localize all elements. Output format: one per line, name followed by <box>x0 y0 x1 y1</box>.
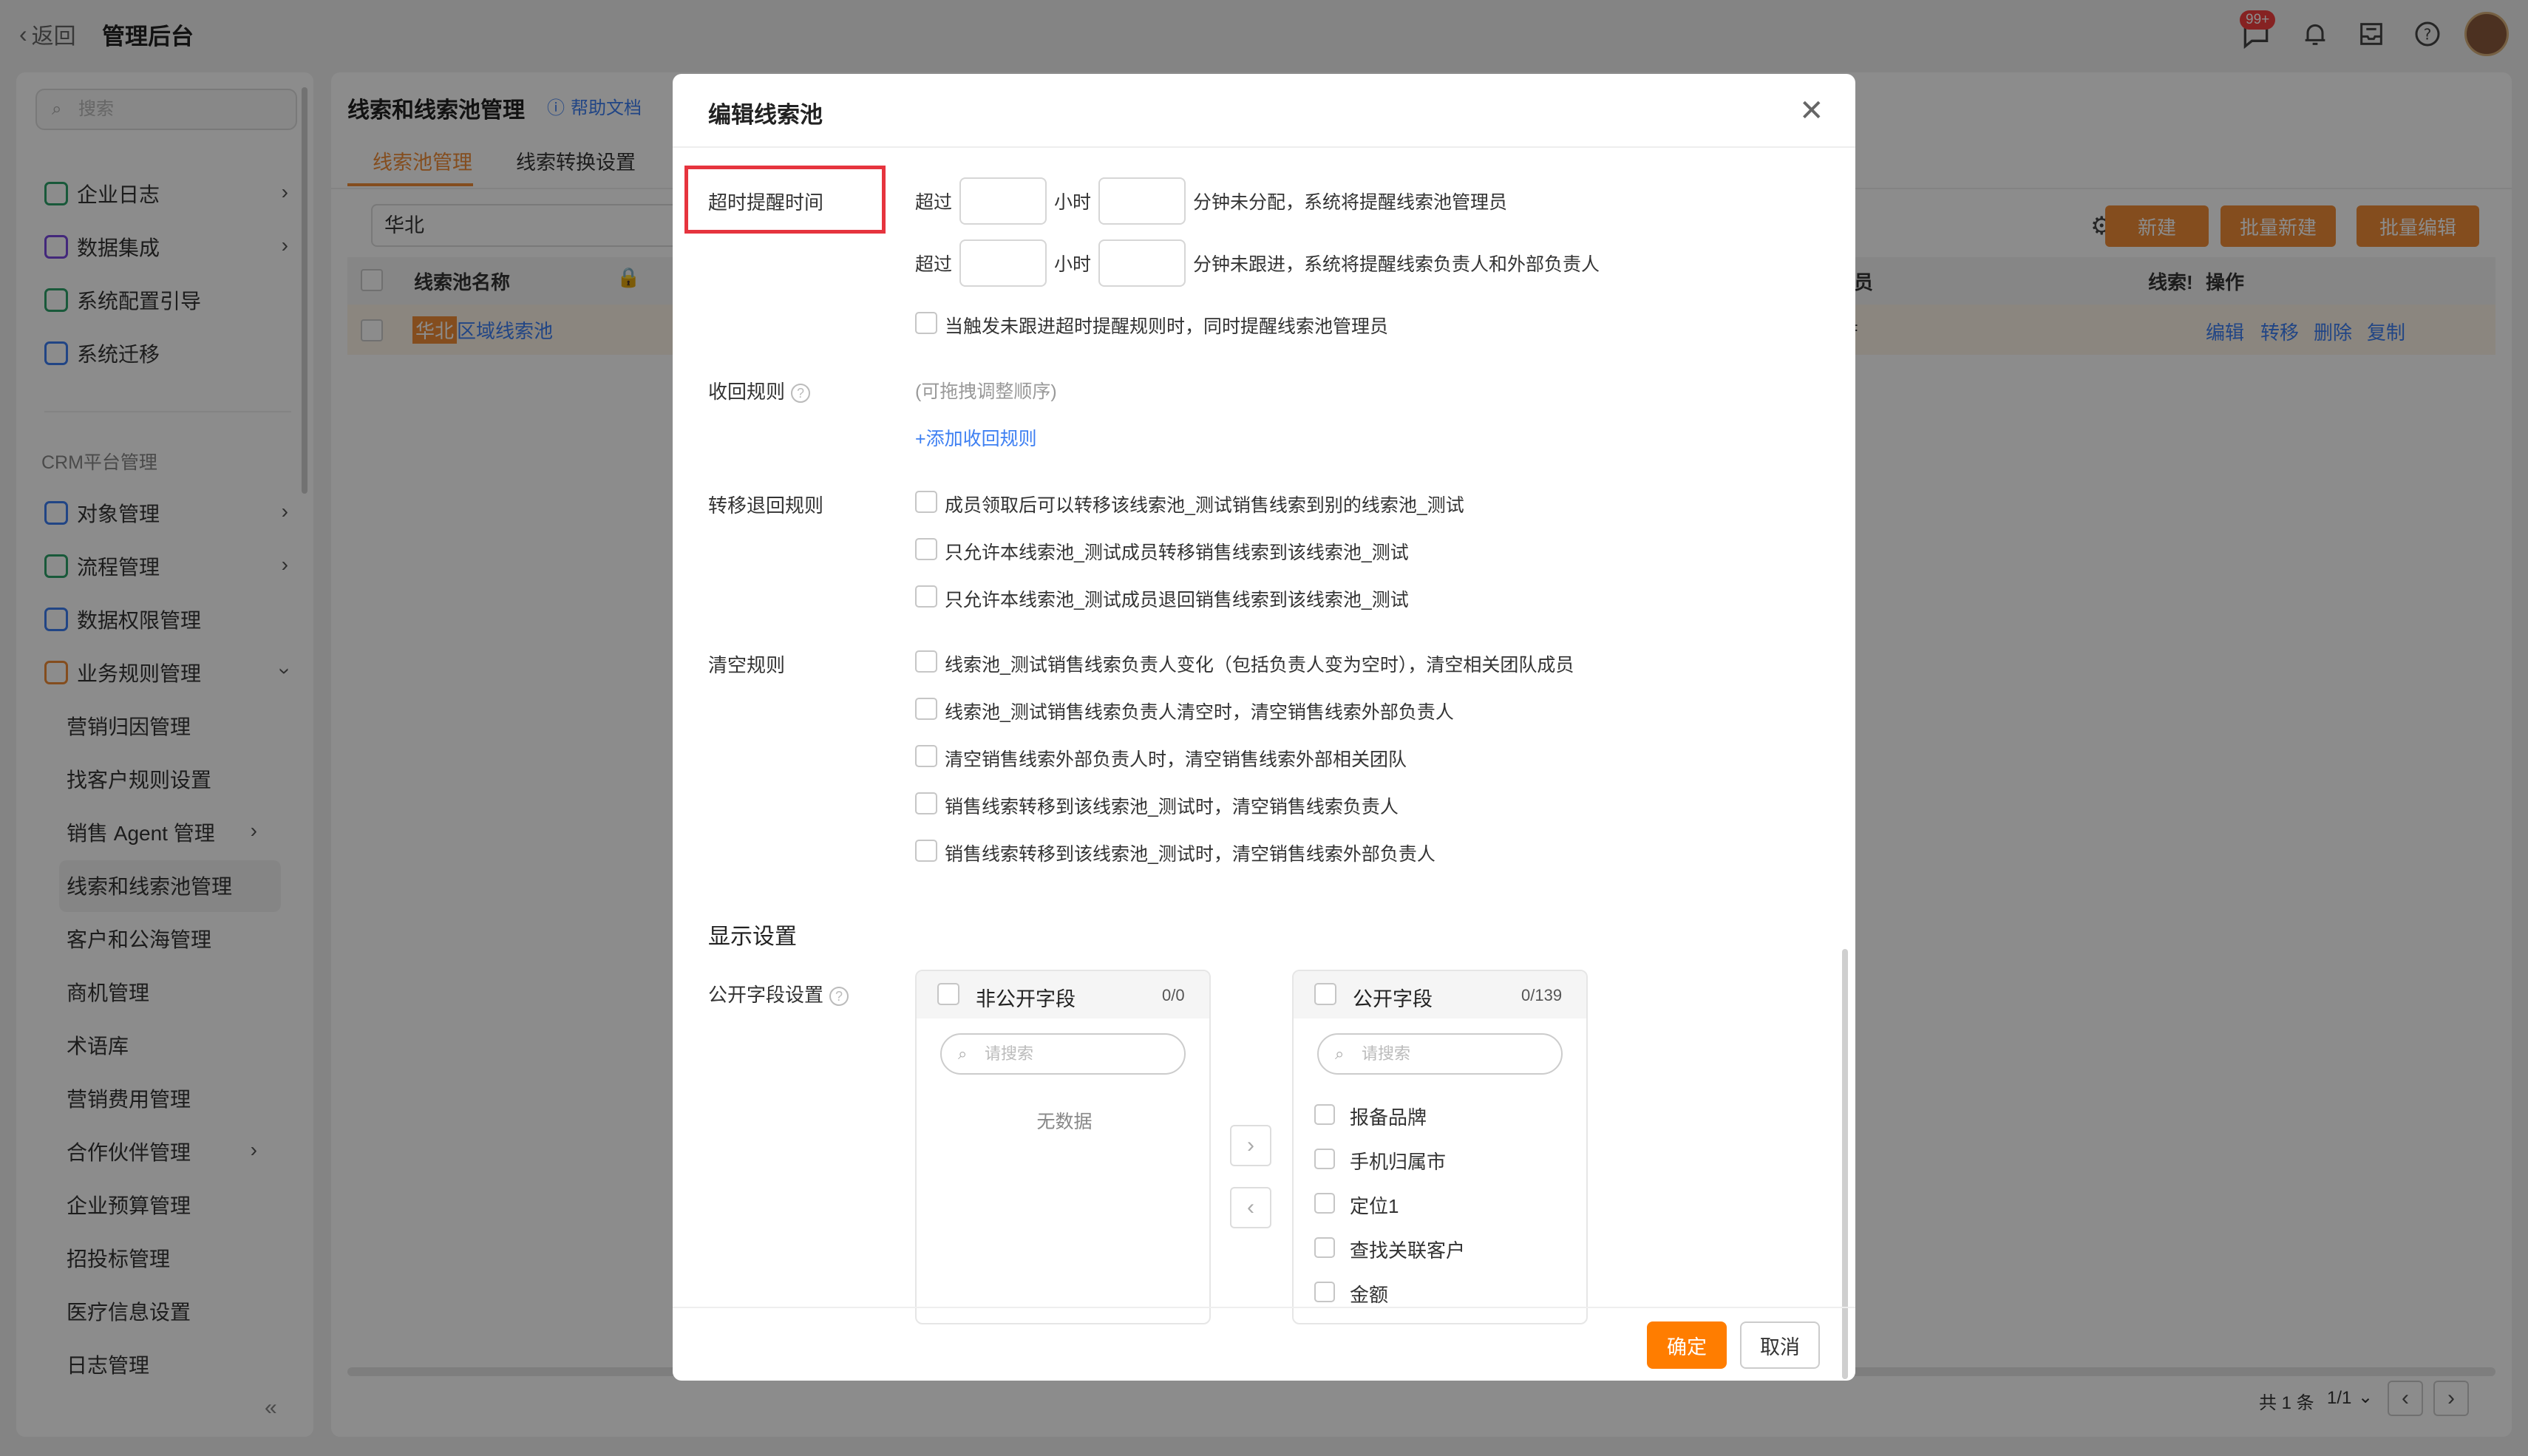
transfer-rule-text: 成员领取后可以转移该线索池_测试销售线索到别的线索池_测试 <box>945 495 1464 516</box>
non-public-fields-panel: 非公开字段 0/0 ⌕ 请搜索 无数据 <box>915 970 1211 1324</box>
chevron-left-icon: ‹ <box>1247 1195 1254 1219</box>
move-left-button[interactable]: ‹ <box>1230 1187 1271 1228</box>
also-notify-label: 当触发未跟进超时提醒规则时，同时提醒线索池管理员 <box>945 316 1389 337</box>
clear-rules-label: 清空规则 <box>708 654 786 676</box>
field-checkbox[interactable] <box>1314 1193 1335 1214</box>
timeout-row2-minutes-input[interactable] <box>1098 239 1186 287</box>
cancel-button[interactable]: 取消 <box>1740 1321 1820 1369</box>
close-icon[interactable]: ✕ <box>1799 96 1824 126</box>
timeout-row1-prefix: 超过 <box>915 192 953 213</box>
search-icon: ⌕ <box>958 1044 968 1063</box>
help-circle-icon[interactable]: ? <box>829 987 849 1007</box>
transfer-rules-label: 转移退回规则 <box>708 494 824 517</box>
field-checkbox[interactable] <box>1314 1282 1335 1302</box>
field-item: 报备品牌 <box>1350 1106 1427 1129</box>
public-fields-label: 公开字段设置? <box>708 980 849 1007</box>
select-all-non-public-checkbox[interactable] <box>937 983 959 1005</box>
timeout-row2-hours-label: 小时 <box>1054 254 1092 275</box>
modal-scrollbar[interactable] <box>1842 949 1848 1379</box>
timeout-row2-prefix: 超过 <box>915 254 953 275</box>
timeout-row1-hours-input[interactable] <box>959 177 1047 225</box>
clear-rule-text: 清空销售线索外部负责人时，清空销售线索外部相关团队 <box>945 749 1407 770</box>
clear-rule-text: 销售线索转移到该线索池_测试时，清空销售线索负责人 <box>945 797 1399 817</box>
non-public-count: 0/0 <box>1162 986 1185 1004</box>
timeout-label: 超时提醒时间 <box>708 191 824 214</box>
field-item: 金额 <box>1350 1284 1389 1306</box>
clear-rule-text: 线索池_测试销售线索负责人变化（包括负责人变为空时），清空相关团队成员 <box>945 655 1574 676</box>
ok-button[interactable]: 确定 <box>1647 1321 1727 1369</box>
field-checkbox[interactable] <box>1314 1149 1335 1169</box>
also-notify-checkbox[interactable] <box>915 312 937 334</box>
field-item: 定位1 <box>1350 1195 1399 1217</box>
clear-rule-checkbox[interactable] <box>915 745 937 767</box>
field-item: 手机归属市 <box>1350 1151 1447 1173</box>
add-recycle-rule-link[interactable]: +添加收回规则 <box>915 424 1037 451</box>
recycle-hint: (可拖拽调整顺序) <box>915 381 1057 402</box>
clear-rule-checkbox[interactable] <box>915 650 937 673</box>
clear-rule-checkbox[interactable] <box>915 698 937 720</box>
transfer-rule-checkbox[interactable] <box>915 538 937 560</box>
clear-rule-checkbox[interactable] <box>915 840 937 862</box>
field-checkbox[interactable] <box>1314 1104 1335 1125</box>
public-search-input[interactable]: ⌕ 请搜索 <box>1317 1033 1563 1075</box>
transfer-rule-text: 只允许本线索池_测试成员退回销售线索到该线索池_测试 <box>945 590 1409 610</box>
move-right-button[interactable]: › <box>1230 1125 1271 1166</box>
recycle-rules-label: 收回规则? <box>708 377 811 404</box>
clear-rule-checkbox[interactable] <box>915 792 937 814</box>
transfer-rule-text: 只允许本线索池_测试成员转移销售线索到该线索池_测试 <box>945 542 1409 563</box>
public-fields-panel: 公开字段 0/139 ⌕ 请搜索 报备品牌 手机归属市 定位1 查找关联客户 金… <box>1292 970 1588 1324</box>
non-public-search-input[interactable]: ⌕ 请搜索 <box>940 1033 1186 1075</box>
search-icon: ⌕ <box>1335 1044 1345 1063</box>
field-checkbox[interactable] <box>1314 1237 1335 1258</box>
empty-state: 无数据 <box>1036 1112 1093 1132</box>
help-circle-icon[interactable]: ? <box>791 384 811 404</box>
timeout-row1-hours-label: 小时 <box>1054 192 1092 213</box>
edit-pool-modal: 编辑线索池 ✕ 超时提醒时间 超过 小时 分钟未分配，系统将提醒线索池管理员 超… <box>673 74 1855 1381</box>
select-all-public-checkbox[interactable] <box>1314 983 1336 1005</box>
chevron-right-icon: › <box>1247 1133 1254 1157</box>
public-title: 公开字段 <box>1353 988 1433 1010</box>
timeout-row2-suffix: 分钟未跟进，系统将提醒线索负责人和外部负责人 <box>1193 254 1600 275</box>
timeout-row1-suffix: 分钟未分配，系统将提醒线索池管理员 <box>1193 192 1508 213</box>
display-settings-title: 显示设置 <box>708 925 797 949</box>
non-public-title: 非公开字段 <box>976 988 1076 1010</box>
transfer-rule-checkbox[interactable] <box>915 491 937 513</box>
clear-rule-text: 销售线索转移到该线索池_测试时，清空销售线索外部负责人 <box>945 844 1435 865</box>
timeout-row1-minutes-input[interactable] <box>1098 177 1186 225</box>
transfer-rule-checkbox[interactable] <box>915 585 937 608</box>
timeout-row2-hours-input[interactable] <box>959 239 1047 287</box>
modal-title: 编辑线索池 <box>708 102 823 128</box>
clear-rule-text: 线索池_测试销售线索负责人清空时，清空销售线索外部负责人 <box>945 702 1454 723</box>
public-count: 0/139 <box>1521 986 1563 1004</box>
field-item: 查找关联客户 <box>1350 1239 1466 1262</box>
